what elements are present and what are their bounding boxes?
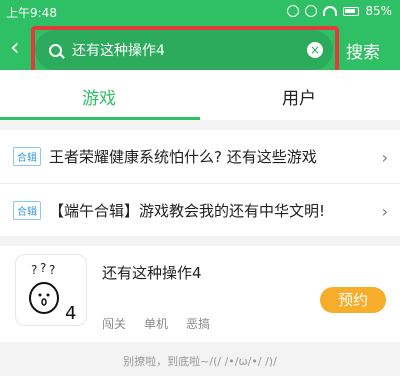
collection-title: 【端午合辑】游戏教会我的还有中华文明! xyxy=(49,201,326,220)
collection-title: 王者荣耀健康系统怕什么? 还有这些游戏 xyxy=(49,148,317,166)
search-icon xyxy=(49,43,62,57)
svg-text:?: ? xyxy=(31,263,37,277)
svg-text:?: ? xyxy=(49,263,55,277)
back-chevron-icon[interactable]: ‹ xyxy=(10,35,30,59)
collection-item[interactable]: 合辑 王者荣耀健康系统怕什么? 还有这些游戏 › xyxy=(0,130,400,183)
game-icon: ? ? ? 4 xyxy=(15,254,87,326)
status-gear-icon xyxy=(305,5,318,17)
tab-games[interactable]: 游戏 xyxy=(82,84,116,109)
status-bar: 上午9:48 85% xyxy=(0,0,400,24)
search-input-text: 还有这种操作4 xyxy=(72,43,165,59)
collection-item[interactable]: 合辑 【端午合辑】游戏教会我的还有中华文明! › xyxy=(0,183,400,236)
collection-tag: 合辑 xyxy=(13,147,41,166)
game-title: 还有这种操作4 xyxy=(102,264,202,282)
search-button[interactable]: 搜索 xyxy=(346,38,380,63)
chevron-right-icon: › xyxy=(381,202,388,221)
battery-icon xyxy=(343,6,360,16)
game-tag: 闯关 xyxy=(102,317,127,331)
tab-users[interactable]: 用户 xyxy=(282,84,316,109)
battery-percent: 85% xyxy=(365,4,392,18)
clear-icon[interactable]: × xyxy=(307,42,323,58)
reserve-button[interactable]: 预约 xyxy=(320,287,386,313)
status-time: 上午9:48 xyxy=(6,6,57,20)
status-icons: 85% xyxy=(287,4,392,18)
status-ring-icon xyxy=(287,5,300,17)
collection-list: 合辑 王者荣耀健康系统怕什么? 还有这些游戏 › 合辑 【端午合辑】游戏教会我的… xyxy=(0,130,400,236)
game-tags: 闯关 单机 恶搞 xyxy=(102,315,210,332)
game-result-card[interactable]: ? ? ? 4 还有这种操作4 闯关 单机 恶搞 预约 xyxy=(0,246,400,342)
svg-text:?: ? xyxy=(40,261,46,275)
tab-bar: 游戏 用户 xyxy=(0,70,400,120)
chevron-right-icon: › xyxy=(381,148,388,167)
end-of-list-note: 别撩啦，到底啦~/(/ /•/ω/•/ /)/ xyxy=(123,355,277,368)
svg-text:4: 4 xyxy=(65,303,76,324)
game-tag: 恶搞 xyxy=(186,317,211,331)
active-tab-indicator xyxy=(0,117,200,120)
search-input[interactable]: 还有这种操作4 × xyxy=(35,30,333,70)
wifi-icon xyxy=(323,6,338,16)
collection-tag: 合辑 xyxy=(13,200,41,220)
game-tag: 单机 xyxy=(144,317,169,331)
